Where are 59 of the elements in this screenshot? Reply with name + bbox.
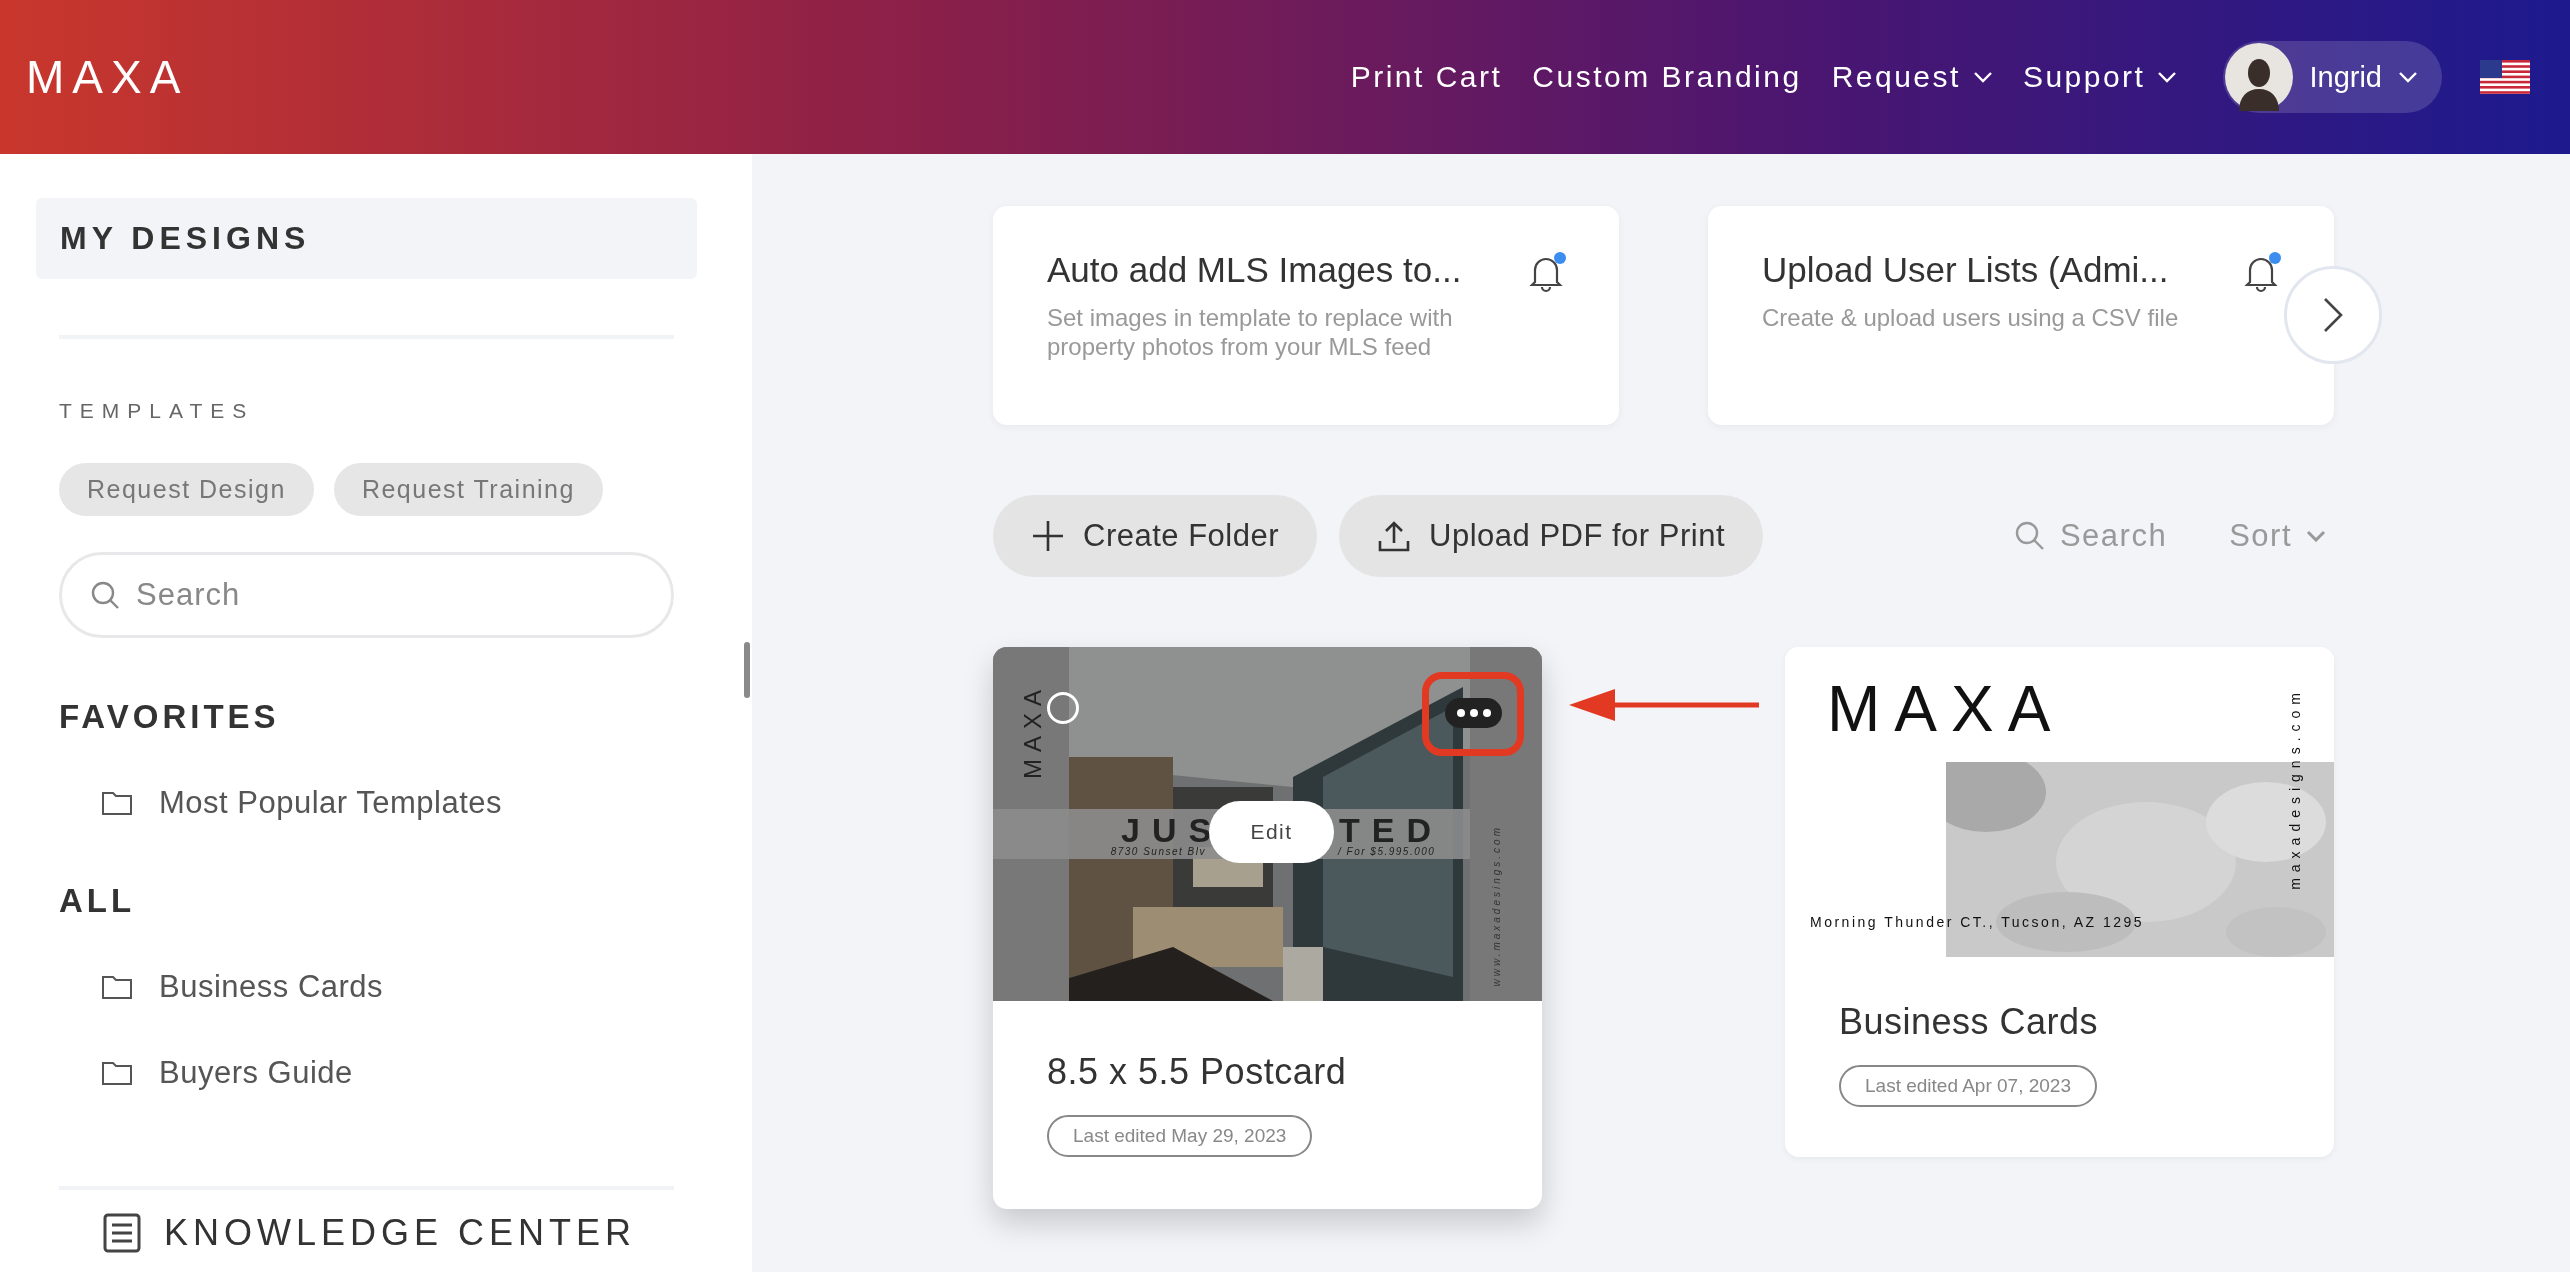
avatar-icon bbox=[2225, 43, 2294, 111]
folder-item[interactable]: Buyers Guide bbox=[59, 1030, 674, 1116]
plus-icon bbox=[1031, 519, 1065, 553]
logo[interactable]: MAXA bbox=[26, 50, 189, 104]
caret-icon bbox=[1972, 71, 1993, 83]
postcard-address: 8730 Sunset Blv bbox=[1110, 847, 1206, 857]
caret-icon bbox=[2157, 71, 2178, 83]
document-icon bbox=[102, 1213, 142, 1253]
postcard-brand: MAXA bbox=[1019, 683, 1047, 779]
design-card[interactable]: MAXA Morning Thunder CT., Tucson, AZ 1295 maxadesigns.com Business Cards Last edited Apr 07, 2023 bbox=[1785, 647, 2334, 1157]
resize-handle[interactable] bbox=[744, 642, 750, 698]
notification-card[interactable]: Upload User Lists (Admi... Create & upload users using a CSV file bbox=[1708, 206, 2334, 425]
more-button[interactable] bbox=[1445, 698, 1502, 728]
design-title: Business Cards bbox=[1839, 1001, 2100, 1043]
postcard-website: www.maxadesings.com bbox=[1491, 825, 1502, 987]
folder-item[interactable]: Business Cards bbox=[59, 944, 674, 1030]
group-heading: FAVORITES bbox=[59, 698, 281, 736]
nav-dropdown[interactable]: Request bbox=[1831, 60, 1993, 94]
business-card-brand: MAXA bbox=[1827, 677, 2065, 741]
nav-link[interactable]: Custom Branding bbox=[1532, 60, 1802, 94]
last-edited-badge: Last edited Apr 07, 2023 bbox=[1839, 1065, 2097, 1107]
chip-button[interactable]: Request Training bbox=[333, 463, 603, 516]
caret-icon bbox=[2306, 530, 2326, 542]
folder-icon bbox=[101, 974, 133, 1000]
postcard-headline: TED bbox=[1339, 813, 1443, 847]
knowledge-center-link[interactable]: KNOWLEDGE CENTER bbox=[102, 1212, 674, 1254]
nav-link[interactable]: Print Cart bbox=[1350, 60, 1503, 94]
business-card-address: Morning Thunder CT., Tucson, AZ 1295 bbox=[1810, 914, 2145, 930]
search-icon bbox=[2013, 520, 2046, 552]
select-checkbox[interactable] bbox=[1047, 692, 1079, 724]
create-folder-button[interactable]: Create Folder bbox=[993, 495, 1318, 577]
notification-title: Auto add MLS Images to... bbox=[1047, 250, 1463, 290]
edit-button[interactable]: Edit bbox=[1209, 801, 1334, 863]
section-label: TEMPLATES bbox=[59, 399, 256, 423]
flag-icon[interactable] bbox=[2480, 60, 2530, 94]
folder-icon bbox=[101, 1060, 133, 1086]
last-edited-badge: Last edited May 29, 2023 bbox=[1047, 1115, 1313, 1157]
chip-button[interactable]: Request Design bbox=[59, 463, 314, 516]
folder-icon bbox=[101, 790, 133, 816]
search-icon bbox=[90, 580, 120, 610]
design-title: 8.5 x 5.5 Postcard bbox=[1047, 1051, 1348, 1093]
sidebar-title[interactable]: MY DESIGNS bbox=[36, 198, 697, 279]
upload-button[interactable]: Upload PDF for Print bbox=[1339, 495, 1764, 577]
folder-item[interactable]: Most Popular Templates bbox=[59, 760, 674, 846]
search-input[interactable]: Search bbox=[134, 576, 538, 614]
notification-text: Create & upload users using a CSV file bbox=[1762, 304, 2180, 333]
more-icon bbox=[1455, 708, 1492, 718]
caret-icon bbox=[2398, 71, 2418, 83]
notification-card[interactable]: Auto add MLS Images to... Set images in template to replace with property photos from your MLS feed bbox=[993, 206, 1619, 425]
group-heading: ALL bbox=[59, 882, 137, 920]
notification-text: Set images in template to replace with property photos from your MLS feed bbox=[1047, 304, 1454, 362]
upload-icon bbox=[1377, 519, 1412, 553]
nav-dropdown[interactable]: Support bbox=[2022, 60, 2178, 94]
business-card-website: maxadesigns.com bbox=[2287, 687, 2303, 890]
search-field[interactable]: Search bbox=[59, 552, 674, 638]
postcard-address: / For $5.995.000 bbox=[1338, 847, 1436, 857]
notification-title: Upload User Lists (Admi... bbox=[1762, 250, 2170, 290]
user-menu[interactable]: Ingrid bbox=[2223, 41, 2442, 113]
design-card[interactable]: MAXA JUS TED 8730 Sunset Blv / For $5.995.000 www.maxadesings.com Edit 8.5 x 5.5 Postcard Last edited May 29, 2023 bbox=[993, 647, 1542, 1209]
